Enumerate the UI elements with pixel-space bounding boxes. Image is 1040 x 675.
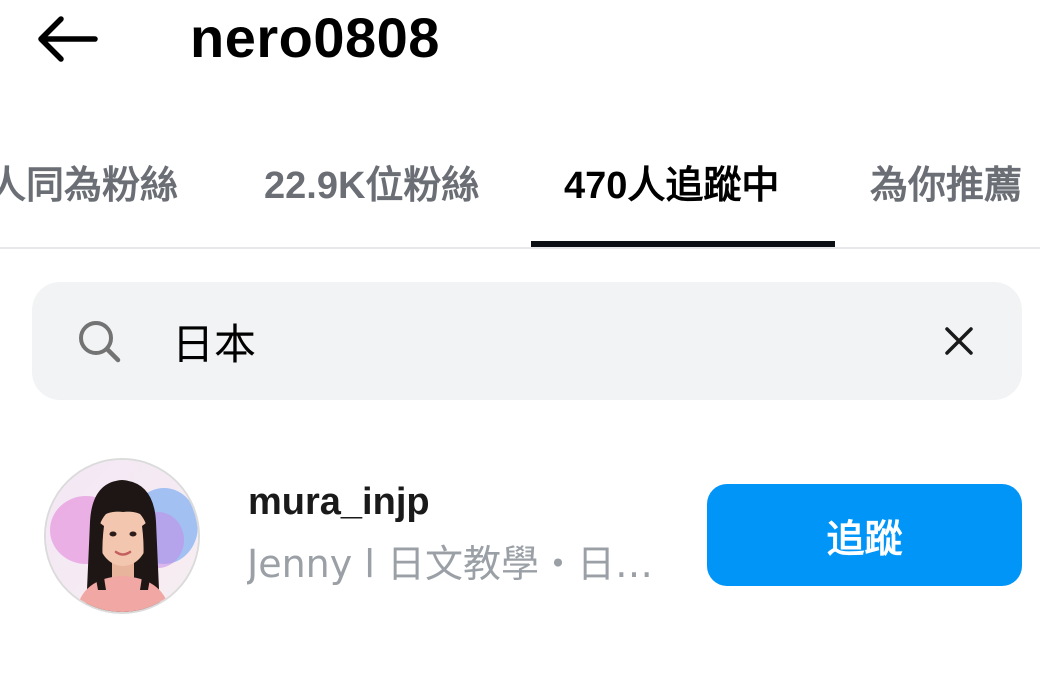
tab-mutual-followers[interactable]: 人同為粉絲	[0, 160, 178, 212]
tab-followers[interactable]: 22.9K位粉絲	[264, 160, 479, 212]
username[interactable]: mura_injp	[248, 478, 430, 526]
arrow-left-icon	[38, 16, 98, 62]
avatar[interactable]	[44, 458, 200, 614]
user-bio: Jenny l 日文教學・日本生活	[247, 542, 671, 586]
list-item[interactable]: mura_injp Jenny l 日文教學・日本生活 追蹤	[0, 440, 1040, 630]
search-icon	[79, 321, 121, 363]
tabs-divider	[0, 247, 1040, 249]
follow-button[interactable]: 追蹤	[707, 484, 1022, 586]
tab-suggested[interactable]: 為你推薦	[870, 160, 1022, 212]
tab-following[interactable]: 470人追蹤中	[564, 160, 779, 212]
close-icon	[945, 327, 973, 355]
page-title: nero0808	[190, 6, 440, 69]
following-page: nero0808 人同為粉絲 22.9K位粉絲 470人追蹤中 為你推薦 日本 …	[0, 0, 1040, 675]
search-input[interactable]	[172, 312, 932, 370]
search-box[interactable]	[32, 282, 1022, 400]
back-button[interactable]	[28, 10, 104, 68]
tab-bar: 人同為粉絲 22.9K位粉絲 470人追蹤中 為你推薦	[0, 138, 1040, 249]
clear-search-button[interactable]	[936, 318, 982, 364]
profile-photo	[46, 460, 198, 612]
